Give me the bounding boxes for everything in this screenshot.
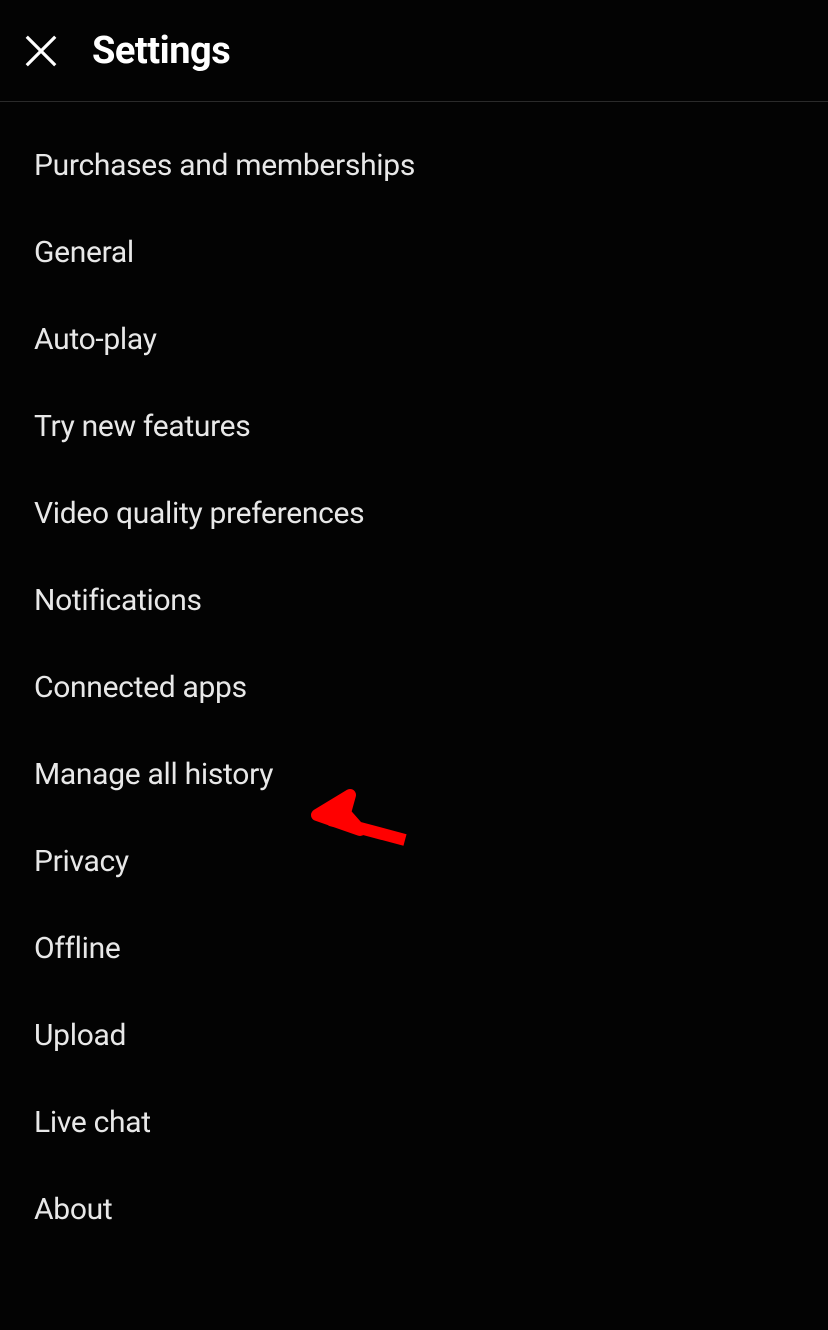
settings-list: Purchases and memberships General Auto-p… bbox=[0, 102, 828, 1253]
settings-item-about[interactable]: About bbox=[0, 1166, 828, 1253]
settings-item-live-chat[interactable]: Live chat bbox=[0, 1079, 828, 1166]
page-title: Settings bbox=[92, 29, 230, 73]
close-icon[interactable] bbox=[20, 30, 62, 72]
settings-item-offline[interactable]: Offline bbox=[0, 905, 828, 992]
settings-item-autoplay[interactable]: Auto-play bbox=[0, 296, 828, 383]
settings-item-purchases[interactable]: Purchases and memberships bbox=[0, 122, 828, 209]
settings-item-upload[interactable]: Upload bbox=[0, 992, 828, 1079]
settings-item-video-quality[interactable]: Video quality preferences bbox=[0, 470, 828, 557]
settings-item-connected-apps[interactable]: Connected apps bbox=[0, 644, 828, 731]
settings-item-notifications[interactable]: Notifications bbox=[0, 557, 828, 644]
settings-item-general[interactable]: General bbox=[0, 209, 828, 296]
settings-item-privacy[interactable]: Privacy bbox=[0, 818, 828, 905]
settings-item-manage-history[interactable]: Manage all history bbox=[0, 731, 828, 818]
settings-item-try-new-features[interactable]: Try new features bbox=[0, 383, 828, 470]
settings-header: Settings bbox=[0, 0, 828, 102]
